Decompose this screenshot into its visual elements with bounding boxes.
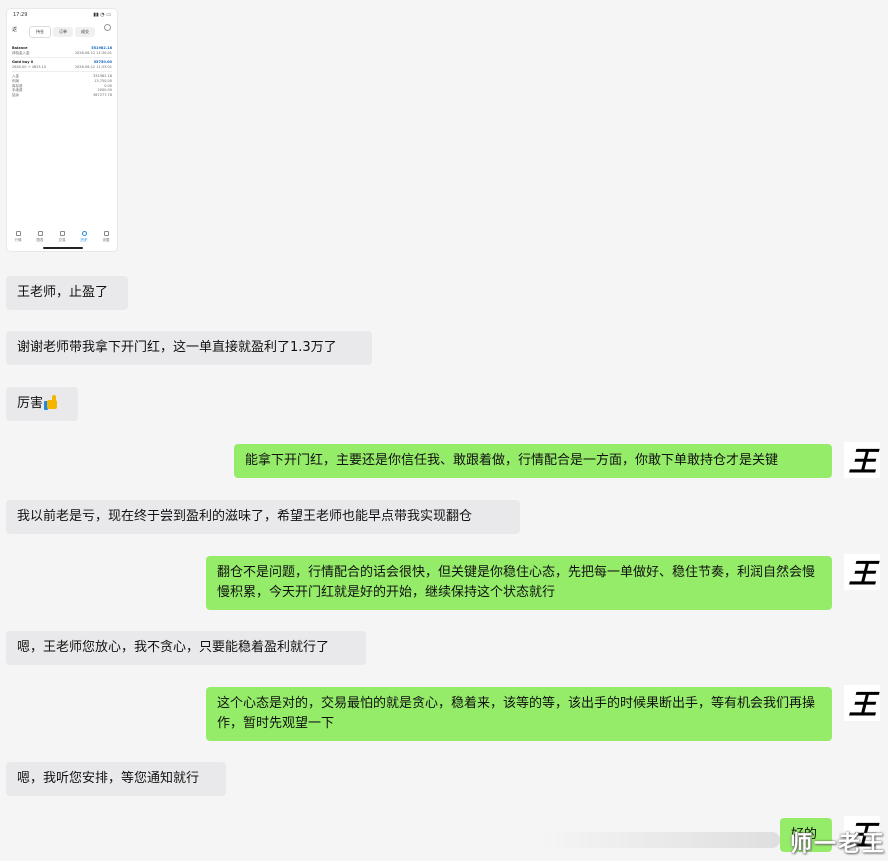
phone-tab: 成交 (75, 27, 95, 37)
scroll-fade (540, 832, 780, 848)
chat-message-left[interactable]: 嗯，我听您安排，等您通知就行 (6, 762, 226, 796)
chat-message-left[interactable]: 谢谢老师带我拿下开门红，这一单直接就盈利了1.3万了 (6, 331, 372, 365)
message-text: 厉害 (17, 396, 44, 411)
phone-bottom-nav: 行情 图表 交易 历史 设置 (7, 231, 117, 243)
phone-tab: 持仓 (29, 26, 51, 38)
nav-item-history: 历史 (81, 231, 88, 243)
avatar[interactable]: 王 (844, 554, 880, 590)
quotes-icon (15, 231, 21, 236)
phone-tab: 订单 (53, 27, 73, 37)
phone-tabs: 返 持仓 订单 成交 (7, 24, 117, 38)
settings-icon (103, 231, 109, 236)
avatar[interactable]: 王 (844, 442, 880, 478)
nav-item-trade: 交易 (59, 231, 66, 243)
history-icon (81, 231, 87, 236)
nav-item-settings: 设置 (103, 231, 110, 243)
nav-item-chart: 图表 (37, 231, 44, 243)
chat-message-left[interactable]: 我以前老是亏，现在终于尝到盈利的滋味了，希望王老师也能早点带我实现翻仓 (6, 500, 520, 534)
phone-history-list: Balance 551982.18 体验金入金 2026-06-12 11:30:0… (7, 46, 117, 97)
trade-icon (59, 231, 65, 236)
shared-screenshot-image[interactable]: 17:29 ▮▮ ◔ ▭ 返 持仓 订单 成交 Balance 551982.18… (6, 8, 118, 252)
chat-message-right[interactable]: 这个心态是对的，交易最怕的就是贪心，稳着来，该等的等，该出手的时候果断出手，等有… (206, 687, 832, 741)
list-item: 结余 367277.78 (12, 92, 112, 97)
thumbs-up-icon (44, 394, 60, 410)
signal-icon: ▮▮ ◔ ▭ (93, 12, 111, 18)
chat-message-left[interactable]: 王老师，止盈了 (6, 276, 128, 310)
list-item: 体验金入金 2026-06-12 11:30:01 (12, 50, 112, 55)
chat-message-left[interactable]: 厉害 (6, 387, 78, 421)
avatar[interactable]: 王 (844, 685, 880, 721)
nav-item-quotes: 行情 (15, 231, 22, 243)
chat-message-right[interactable]: 能拿下开门红，主要还是你信任我、敢跟着做，行情配合是一方面，你敢下单敢持仓才是关… (234, 444, 832, 478)
gear-icon (104, 24, 111, 31)
back-icon: 返 (12, 27, 18, 33)
watermark: 师一老王 (790, 832, 887, 857)
chat-message-right[interactable]: 翻仓不是问题，行情配合的话会很快，但关键是你稳住心态，先把每一单做好、稳住节奏，… (206, 556, 832, 610)
chat-message-left[interactable]: 嗯，王老师您放心，我不贪心，只要能稳着盈利就行了 (6, 631, 366, 665)
status-time: 17:29 (13, 12, 28, 18)
home-indicator (43, 247, 83, 249)
status-bar: 17:29 ▮▮ ◔ ▭ (7, 9, 117, 18)
list-item: 2640.00 → 4623.10 2026-06-12 11:33:01 (12, 64, 112, 69)
chart-icon (37, 231, 43, 236)
